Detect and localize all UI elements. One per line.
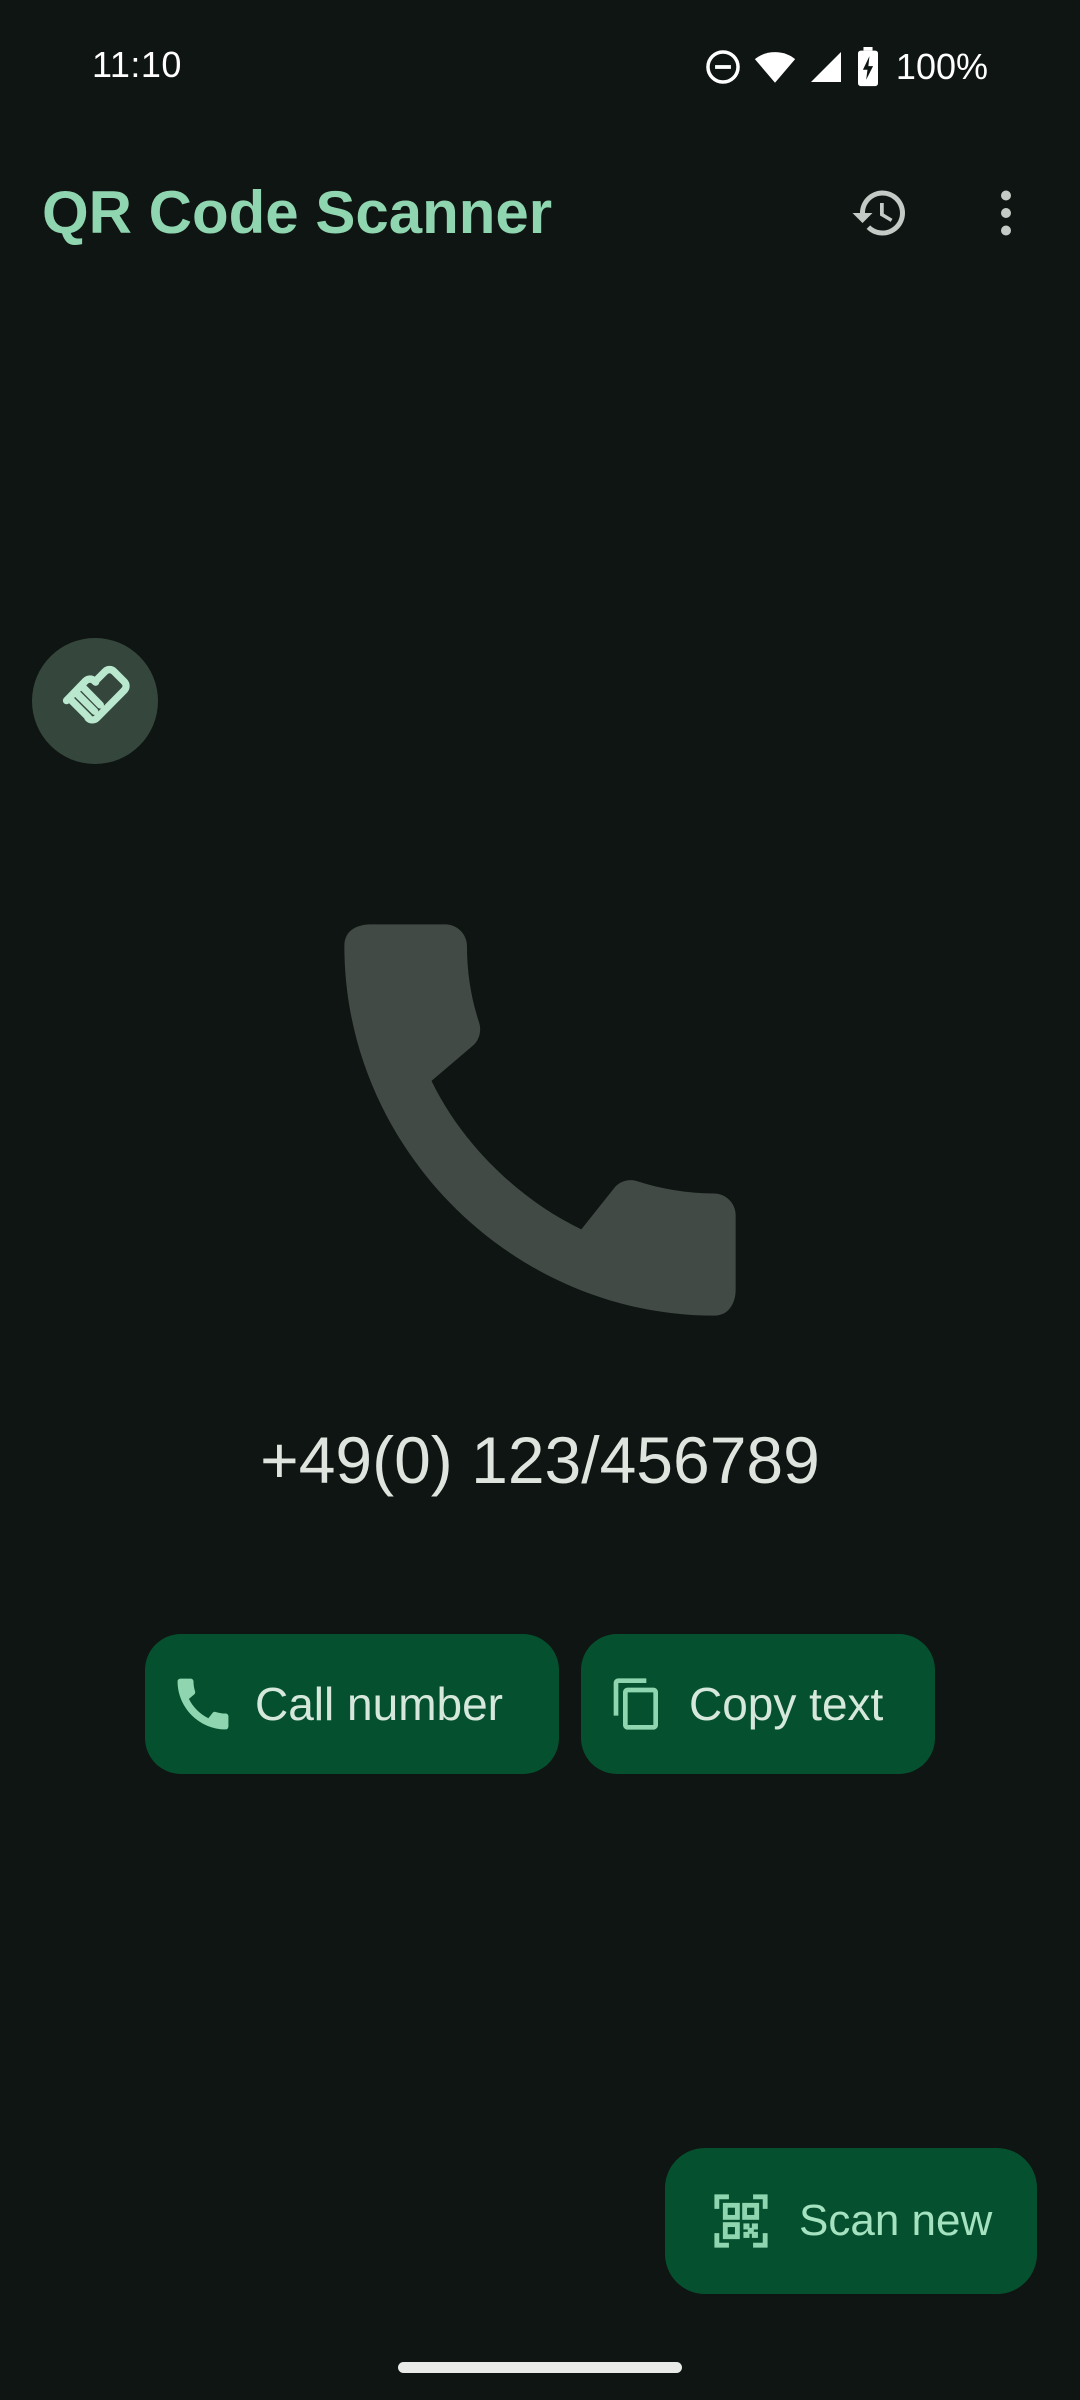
app-bar: QR Code Scanner <box>0 150 1080 280</box>
more-options-button[interactable] <box>958 167 1054 263</box>
wifi-icon <box>754 48 796 86</box>
status-icons: 100% <box>704 44 988 90</box>
call-number-label: Call number <box>255 1678 503 1730</box>
call-icon <box>171 1672 235 1736</box>
app-title: QR Code Scanner <box>42 179 553 246</box>
gesture-nav-handle[interactable] <box>398 2362 682 2373</box>
do-not-disturb-icon <box>704 48 742 86</box>
copy-text-label: Copy text <box>689 1678 884 1730</box>
history-icon <box>850 183 910 248</box>
call-number-button[interactable]: Call number <box>145 1634 559 1774</box>
qr-scan-icon <box>709 2189 773 2253</box>
scan-new-button[interactable]: Scan new <box>665 2148 1037 2294</box>
handshake-icon <box>57 661 133 742</box>
status-bar: 11:10 100% <box>0 0 1080 130</box>
phone-icon <box>340 920 740 1320</box>
copy-text-button[interactable]: Copy text <box>581 1634 935 1774</box>
scan-new-label: Scan new <box>799 2196 993 2245</box>
handshake-button[interactable] <box>32 638 158 764</box>
battery-charging-icon <box>856 47 880 87</box>
history-button[interactable] <box>832 167 928 263</box>
status-time: 11:10 <box>92 44 182 85</box>
result-phone-number: +49(0) 123/456789 <box>260 1423 820 1497</box>
result-actions: Call number Copy text <box>145 1634 935 1774</box>
more-vert-icon <box>976 183 1036 248</box>
copy-icon <box>605 1672 669 1736</box>
battery-percentage: 100% <box>895 46 988 87</box>
cell-signal-icon <box>808 49 844 85</box>
